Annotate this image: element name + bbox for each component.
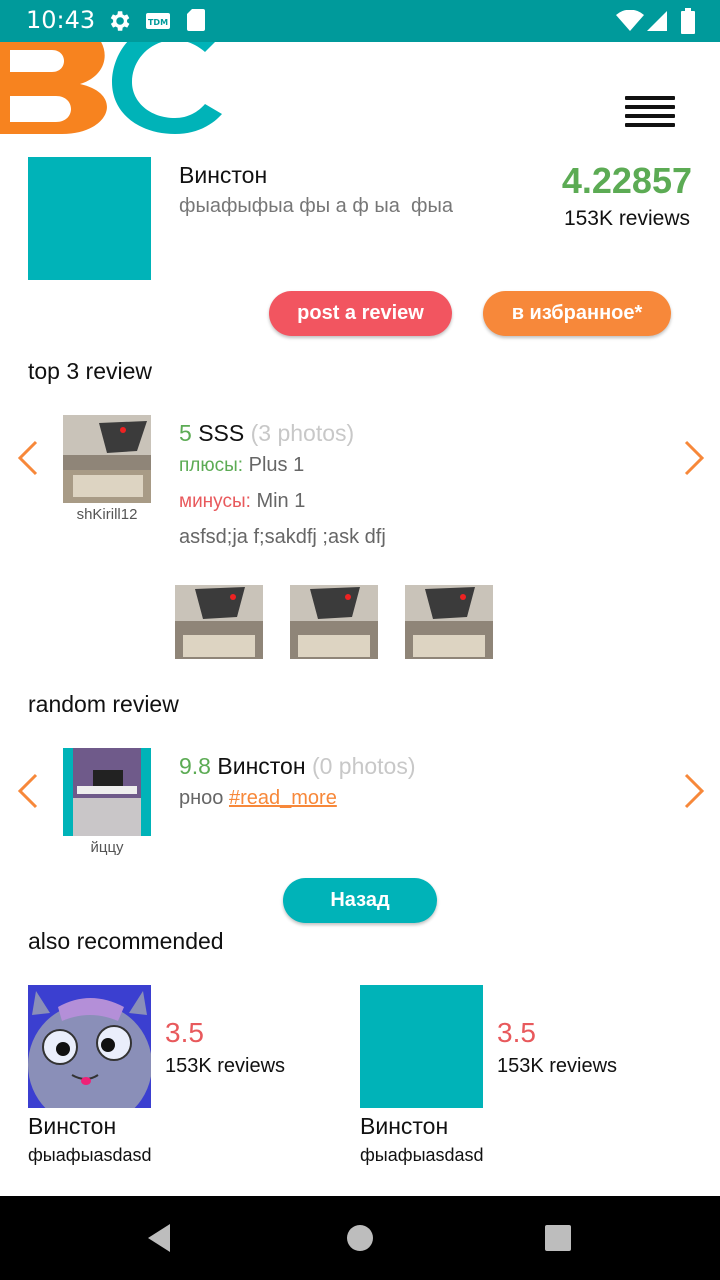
back-triangle-icon[interactable]: [140, 1218, 180, 1258]
recommended-review-count: 153K reviews: [165, 1055, 286, 1077]
hamburger-menu-icon[interactable]: [625, 96, 675, 132]
recommended-name: Винстон: [360, 1113, 449, 1139]
review-photo[interactable]: [175, 585, 263, 659]
app-logo: [0, 42, 240, 134]
product-review-count: 153K reviews: [563, 207, 690, 230]
back-button[interactable]: Назад: [283, 878, 437, 923]
product-rating: 4.22857: [561, 160, 692, 201]
recommended-name: Винстон: [28, 1113, 117, 1139]
reviewer-avatar[interactable]: [63, 415, 151, 503]
chevron-left-icon[interactable]: [12, 438, 42, 478]
recommended-rating: 3.5: [165, 1017, 204, 1048]
review-header: 9.8 Винстон (0 photos): [179, 753, 416, 780]
reviewer-avatar[interactable]: [63, 748, 151, 836]
review-pros: плюсы: Plus 1: [179, 454, 304, 477]
review-photo-count: (0 photos): [311, 753, 416, 779]
post-review-button[interactable]: post a review: [269, 291, 452, 336]
review-photo[interactable]: [405, 585, 493, 659]
recents-square-icon[interactable]: [538, 1218, 578, 1258]
cons-value: Min 1: [256, 490, 306, 512]
recommended-thumbnail: [360, 985, 483, 1108]
review-text: рноо: [179, 787, 224, 809]
pros-value: Plus 1: [248, 454, 305, 476]
review-title: Винстон: [217, 753, 306, 779]
review-title: SSS: [198, 420, 245, 446]
product-thumbnail: [28, 157, 151, 280]
read-more-link[interactable]: #read_more: [229, 787, 337, 809]
home-circle-icon[interactable]: [340, 1218, 380, 1258]
system-nav-bar: [0, 1196, 720, 1280]
chevron-right-icon[interactable]: [680, 771, 710, 811]
status-time: 10:43: [26, 6, 96, 34]
chevron-right-icon[interactable]: [680, 438, 710, 478]
review-cons: минусы: Min 1: [179, 490, 305, 513]
recommended-thumbnail: [28, 985, 151, 1108]
add-to-favorites-button[interactable]: в избранное*: [483, 291, 671, 336]
random-review-title: random review: [28, 691, 179, 717]
status-bar: 10:43 TDM: [0, 0, 720, 42]
recommended-title: also recommended: [28, 928, 224, 954]
review-photo-count: (3 photos): [250, 420, 355, 446]
recommended-review-count: 153K reviews: [497, 1055, 618, 1077]
pros-label: плюсы:: [179, 455, 244, 476]
review-text-line: рноо #read_more: [179, 787, 337, 810]
product-name: Винстон: [179, 162, 268, 188]
sd-card-icon: [186, 8, 206, 37]
review-header: 5 SSS (3 photos): [179, 420, 354, 447]
recommended-rating: 3.5: [497, 1017, 536, 1048]
top-reviews-title: top 3 review: [28, 358, 153, 384]
recommended-card[interactable]: 3.5 153K reviews Винстон фыафыasdasd: [360, 985, 680, 1175]
wifi-icon: [616, 9, 644, 37]
recommended-card[interactable]: 3.5 153K reviews Винстон фыафыasdasd: [28, 985, 348, 1175]
review-text: asfsd;ja f;sakdfj ;ask dfj: [179, 526, 386, 548]
cons-label: минусы:: [179, 491, 251, 512]
product-description: фыафыфыа фы а ф ыа фыа: [179, 195, 453, 217]
tdm-icon: TDM: [145, 12, 171, 35]
reviewer-username: shKirill12: [76, 506, 138, 523]
review-score: 5: [179, 420, 192, 446]
gear-icon: [106, 8, 132, 39]
review-score: 9.8: [179, 753, 211, 779]
svg-text:TDM: TDM: [148, 18, 168, 27]
recommended-description: фыафыasdasd: [28, 1145, 152, 1165]
review-photo[interactable]: [290, 585, 378, 659]
signal-icon: [646, 10, 668, 37]
battery-icon: [681, 8, 695, 39]
reviewer-username: йццу: [90, 839, 124, 856]
recommended-description: фыафыasdasd: [360, 1145, 484, 1165]
chevron-left-icon[interactable]: [12, 771, 42, 811]
